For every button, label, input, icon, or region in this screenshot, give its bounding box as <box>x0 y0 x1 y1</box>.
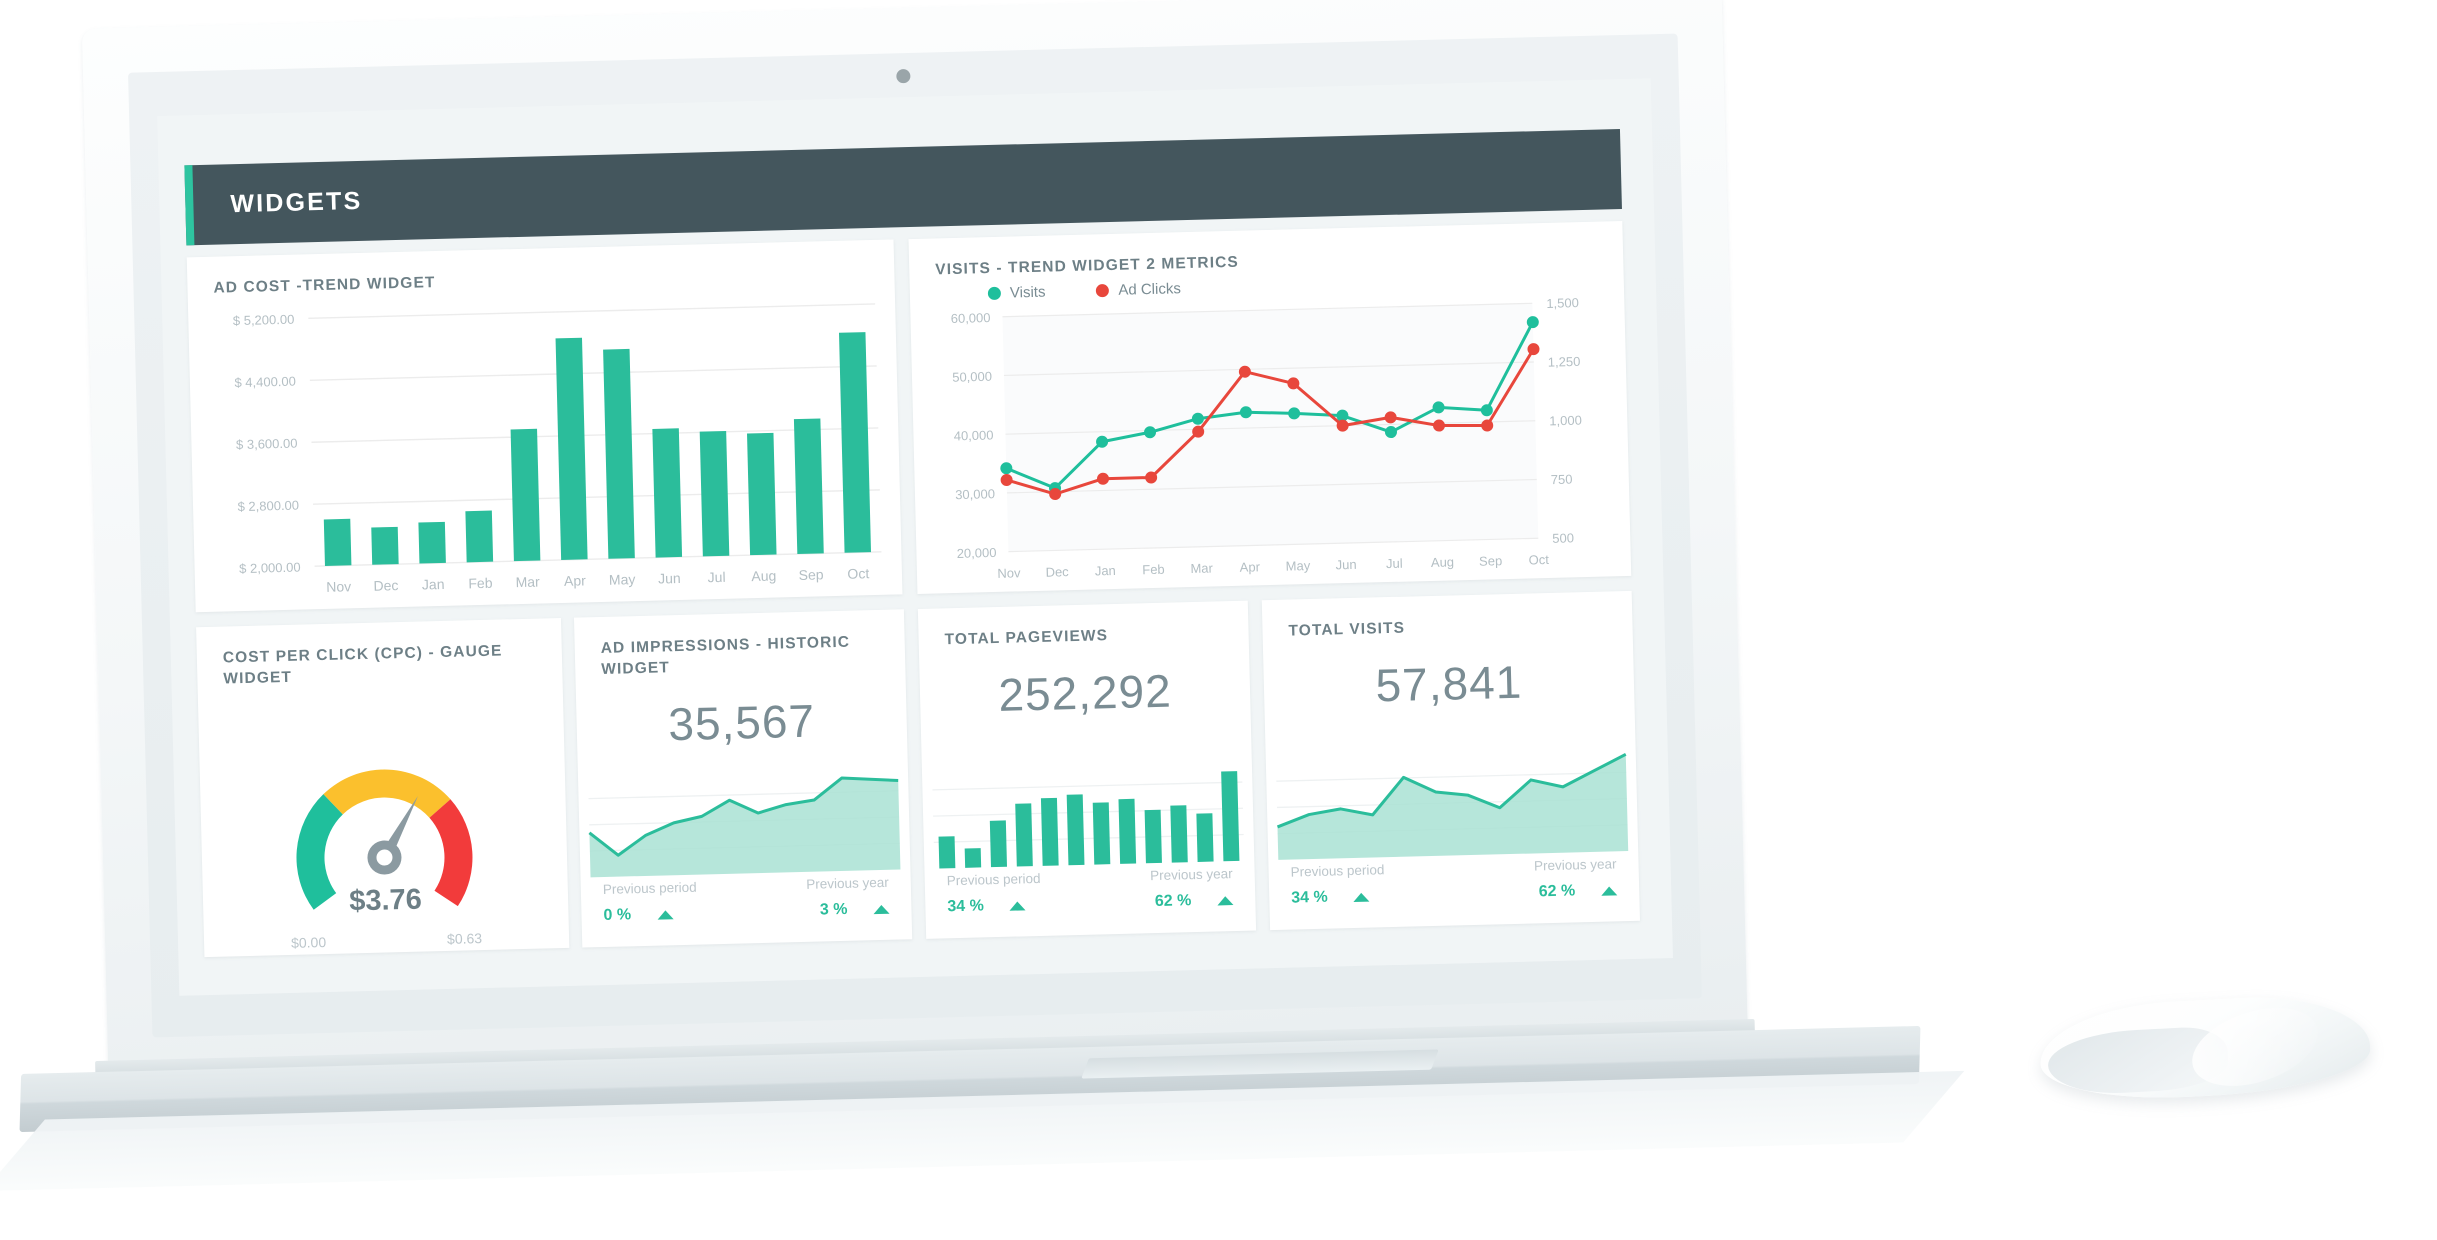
svg-text:50,000: 50,000 <box>952 369 992 385</box>
pageviews-footer: Previous period Previous year 34 % 62 % <box>925 866 1256 917</box>
svg-text:Feb: Feb <box>1142 562 1165 578</box>
svg-text:Feb: Feb <box>468 575 493 592</box>
svg-text:Mar: Mar <box>515 574 540 591</box>
svg-text:1,500: 1,500 <box>1546 295 1579 311</box>
svg-text:Oct: Oct <box>847 565 869 582</box>
svg-text:Jan: Jan <box>422 576 445 593</box>
arrow-up-icon <box>1601 885 1618 896</box>
svg-text:30,000: 30,000 <box>955 486 995 502</box>
svg-text:$ 2,800.00: $ 2,800.00 <box>237 498 299 515</box>
svg-text:750: 750 <box>1551 472 1573 488</box>
computer-mouse[interactable] <box>2037 991 2373 1120</box>
card-visits-trend[interactable]: VISITS - TREND WIDGET 2 METRICS Visits A… <box>908 221 1632 594</box>
card-title-total-visits: TOTAL VISITS <box>1288 619 1406 640</box>
dashboard: WIDGETS AD COST -TREND WIDGET $ 5,200.00… <box>157 78 1673 996</box>
svg-text:Oct: Oct <box>1529 552 1550 568</box>
legend-dot-visits <box>987 287 1002 301</box>
prev-year-change: 62 % <box>1155 891 1234 911</box>
header-accent-bar <box>184 165 195 246</box>
svg-text:1,000: 1,000 <box>1549 413 1582 429</box>
card-total-visits[interactable]: TOTAL VISITS 57,841 Previous period Prev… <box>1261 590 1640 931</box>
card-ad-cost[interactable]: AD COST -TREND WIDGET $ 5,200.00 $ 4,400.… <box>186 239 903 613</box>
svg-text:$0.63: $0.63 <box>447 930 483 947</box>
arrow-up-icon <box>1009 900 1026 911</box>
prev-period-change: 34 % <box>947 896 1026 916</box>
prev-year-label: Previous year <box>1149 866 1233 884</box>
svg-text:$ 4,400.00: $ 4,400.00 <box>234 374 296 391</box>
prev-period-label: Previous period <box>602 879 697 898</box>
svg-text:Jun: Jun <box>658 570 681 587</box>
cpc-gauge: $3.76 $0.00 $0.63 <box>198 703 569 951</box>
visits-line-chart: 60,000 50,000 40,000 30,000 20,000 1,500 1,250… <box>910 291 1631 594</box>
arrow-up-icon <box>873 904 890 914</box>
legend-label-visits: Visits <box>1009 283 1046 302</box>
svg-text:Apr: Apr <box>1240 559 1261 575</box>
svg-text:$0.00: $0.00 <box>291 934 327 951</box>
svg-text:Dec: Dec <box>373 577 398 594</box>
svg-text:20,000: 20,000 <box>957 545 997 561</box>
svg-text:Nov: Nov <box>997 565 1021 581</box>
total-visits-sparkline <box>1276 746 1629 860</box>
impressions-sparkline <box>588 765 901 878</box>
prev-period-label: Previous period <box>1290 862 1385 880</box>
prev-period-label: Previous period <box>946 870 1041 889</box>
svg-text:Dec: Dec <box>1045 564 1069 580</box>
prev-period-change: 0 % <box>603 905 674 925</box>
svg-text:Sep: Sep <box>798 566 824 583</box>
card-ad-impressions[interactable]: AD IMPRESSIONS - HISTORIC WIDGET 35,567 … <box>573 609 913 948</box>
svg-text:Aug: Aug <box>751 568 776 585</box>
svg-text:Jun: Jun <box>1335 557 1356 573</box>
svg-text:$ 3,600.00: $ 3,600.00 <box>236 436 298 453</box>
card-total-pageviews[interactable]: TOTAL PAGEVIEWS 252,292 Previous period … <box>917 600 1257 939</box>
svg-text:Aug: Aug <box>1431 554 1455 570</box>
kpi-value-total-visits: 57,841 <box>1374 655 1523 712</box>
card-title-gauge: COST PER CLICK (CPC) - GAUGE WIDGET <box>222 642 503 688</box>
svg-text:Nov: Nov <box>326 578 351 595</box>
card-title-pageviews: TOTAL PAGEVIEWS <box>944 627 1109 649</box>
svg-text:500: 500 <box>1552 530 1574 546</box>
ad-cost-bar-chart: $ 5,200.00 $ 4,400.00 $ 3,600.00 $ 2,800.00… <box>188 291 902 609</box>
kpi-value-impressions: 35,567 <box>667 694 816 751</box>
legend-label-ad-clicks: Ad Clicks <box>1118 280 1182 300</box>
svg-text:$ 5,200.00: $ 5,200.00 <box>233 312 295 329</box>
impressions-footer: Previous period Previous year 0 % 3 % <box>581 874 912 925</box>
screenshot-stage: WIDGETS AD COST -TREND WIDGET $ 5,200.00… <box>0 0 2437 1240</box>
prev-year-change: 62 % <box>1539 881 1618 901</box>
laptop-screen: WIDGETS AD COST -TREND WIDGET $ 5,200.00… <box>157 78 1673 996</box>
svg-text:Jul: Jul <box>1386 556 1403 571</box>
pageviews-bar-sparkline <box>932 756 1245 869</box>
chart-legend: Visits Ad Clicks <box>987 280 1182 303</box>
svg-text:May: May <box>1286 558 1311 574</box>
page-title: WIDGETS <box>230 186 363 218</box>
svg-text:$3.76: $3.76 <box>349 884 422 918</box>
prev-year-label: Previous year <box>1533 856 1617 874</box>
svg-text:60,000: 60,000 <box>951 310 991 326</box>
card-title-impressions: AD IMPRESSIONS - HISTORIC WIDGET <box>600 633 851 678</box>
kpi-value-pageviews: 252,292 <box>997 664 1173 721</box>
prev-year-change: 3 % <box>820 900 890 920</box>
arrow-up-icon <box>1353 892 1370 902</box>
card-cpc-gauge[interactable]: COST PER CLICK (CPC) - GAUGE WIDGET $3.7… <box>196 617 570 958</box>
laptop-lid: WIDGETS AD COST -TREND WIDGET $ 5,200.00… <box>81 0 1749 1084</box>
total-visits-footer: Previous period Previous year 34 % 62 % <box>1268 856 1639 908</box>
prev-year-label: Previous year <box>806 874 889 892</box>
arrow-up-icon <box>1217 895 1234 905</box>
card-title-visits: VISITS - TREND WIDGET 2 METRICS <box>935 253 1240 279</box>
svg-text:Jan: Jan <box>1095 563 1116 579</box>
webcam-icon <box>896 68 911 84</box>
svg-text:May: May <box>609 571 636 588</box>
arrow-up-icon <box>656 909 674 920</box>
prev-period-change: 34 % <box>1291 888 1370 908</box>
svg-text:Jul: Jul <box>707 569 725 585</box>
svg-text:Mar: Mar <box>1190 560 1213 576</box>
laptop-bezel: WIDGETS AD COST -TREND WIDGET $ 5,200.00… <box>128 33 1702 1038</box>
svg-text:1,250: 1,250 <box>1548 354 1581 370</box>
legend-dot-ad-clicks <box>1096 284 1110 298</box>
svg-text:Apr: Apr <box>564 572 587 589</box>
svg-text:$ 2,000.00: $ 2,000.00 <box>239 560 301 577</box>
svg-text:Sep: Sep <box>1479 553 1503 569</box>
svg-text:40,000: 40,000 <box>954 427 994 443</box>
